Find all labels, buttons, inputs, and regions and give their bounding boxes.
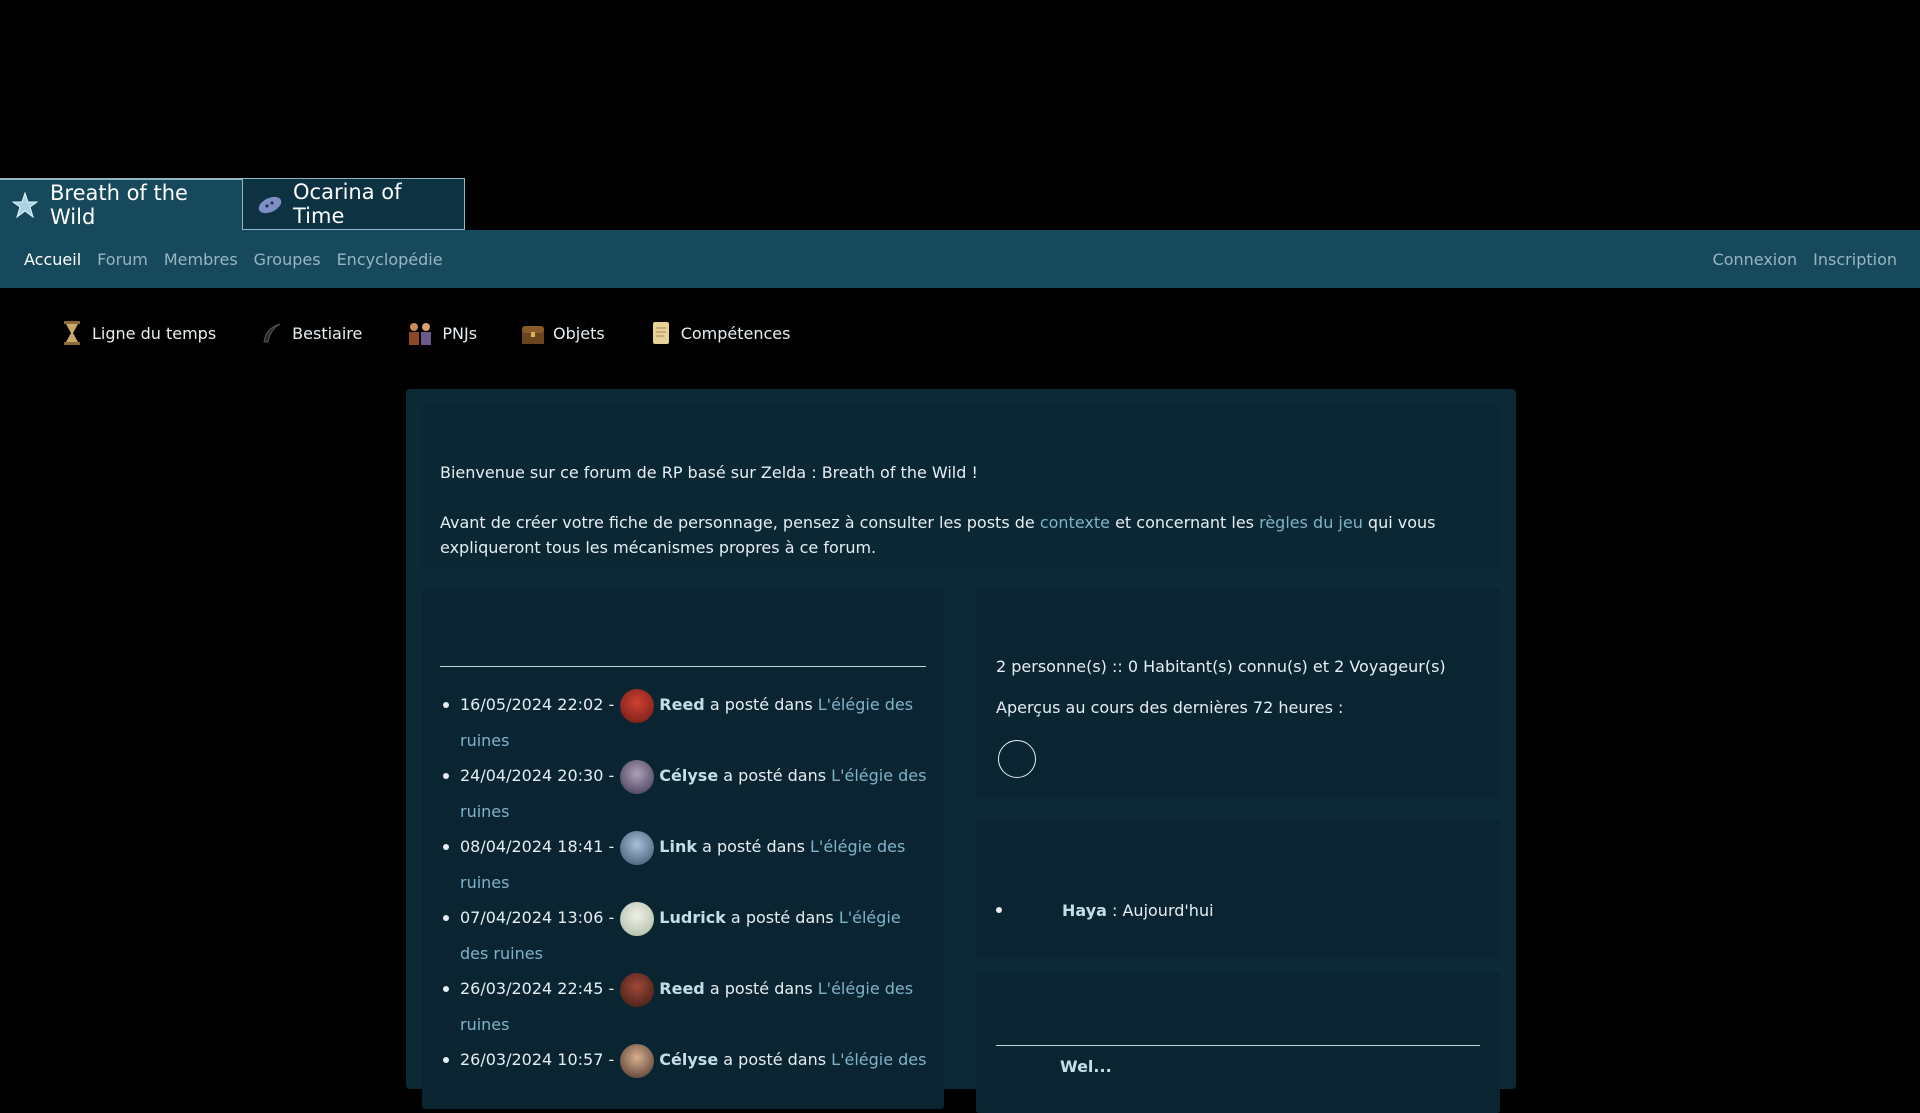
link-contexte[interactable]: contexte (1040, 513, 1110, 532)
post-author[interactable]: Célyse (659, 1050, 718, 1069)
tab-label: Ocarina of Time (293, 180, 402, 228)
birthday-box: Haya : Aujourd'hui (976, 819, 1500, 959)
avatar[interactable] (620, 972, 655, 1007)
welcome-rules: Avant de créer votre fiche de personnage… (440, 510, 1470, 560)
post-verb: a posté dans (709, 695, 813, 714)
recent-posts-box: 16/05/2024 22:02 - Reed a posté dans L'él… (422, 589, 944, 1109)
list-item: 08/04/2024 18:41 - Link a posté dans L'él… (440, 829, 930, 901)
chest-icon (521, 320, 545, 346)
post-author[interactable]: Reed (659, 695, 704, 714)
post-verb: a posté dans (702, 837, 805, 856)
hourglass-icon (60, 320, 84, 346)
divider (440, 666, 926, 667)
nav-accueil[interactable]: Accueil (24, 250, 81, 269)
nav-groupes[interactable]: Groupes (254, 250, 321, 269)
link-regles-du-jeu[interactable]: règles du jeu (1259, 513, 1363, 532)
avatar[interactable] (620, 1043, 655, 1078)
welcome-text: Avant de créer votre fiche de personnage… (440, 513, 1040, 532)
quicklink-label: PNJs (442, 323, 478, 343)
avatar[interactable] (620, 830, 655, 865)
bottom-box: Wel... (976, 973, 1500, 1113)
welcome-line: Bienvenue sur ce forum de RP basé sur Ze… (440, 463, 978, 482)
post-date: 26/03/2024 22:45 - (460, 979, 615, 998)
nav-connexion[interactable]: Connexion (1713, 250, 1798, 269)
quicklink-competences[interactable]: Compétences (649, 320, 791, 346)
list-item: 16/05/2024 22:02 - Reed a posté dans L'él… (440, 687, 930, 759)
online-box: 2 personne(s) :: 0 Habitant(s) connu(s) … (976, 589, 1500, 799)
post-author[interactable]: Célyse (659, 766, 718, 785)
nav-encyclopedie[interactable]: Encyclopédie (337, 250, 443, 269)
quicklinks-bar: Ligne du temps Bestiaire PNJs Objets Com… (60, 320, 834, 346)
post-verb: a posté dans (723, 766, 827, 785)
post-author[interactable]: Reed (659, 979, 704, 998)
birthday-when: : Aujourd'hui (1106, 901, 1214, 920)
avatar[interactable] (620, 901, 655, 936)
post-verb: a posté dans (730, 908, 834, 927)
post-date: 26/03/2024 10:57 - (460, 1050, 615, 1069)
scroll-icon (649, 320, 673, 346)
post-date: 24/04/2024 20:30 - (460, 766, 615, 785)
recent-visitors-label: Aperçus au cours des dernières 72 heures… (996, 698, 1344, 717)
recent-posts-list: 16/05/2024 22:02 - Reed a posté dans L'él… (440, 687, 930, 1078)
avatar[interactable] (620, 759, 655, 794)
tab-ocarina-of-time[interactable]: Ocarina of Time (243, 178, 465, 230)
list-item: 24/04/2024 20:30 - Célyse a posté dans L'… (440, 758, 930, 830)
nav-membres[interactable]: Membres (164, 250, 238, 269)
site-tabs: Breath of the Wild Ocarina of Time (0, 178, 465, 230)
post-date: 07/04/2024 13:06 - (460, 908, 615, 927)
quicklink-label: Ligne du temps (92, 323, 217, 343)
post-verb: a posté dans (709, 979, 813, 998)
list-item: 07/04/2024 13:06 - Ludrick a posté dans L… (440, 900, 930, 972)
main-panel: Bienvenue sur ce forum de RP basé sur Ze… (406, 389, 1516, 1113)
post-verb: a posté dans (723, 1050, 827, 1069)
quicklink-label: Objets (553, 323, 605, 343)
post-date: 16/05/2024 22:02 - (460, 695, 615, 714)
star-icon (11, 191, 39, 219)
online-count: 2 personne(s) :: 0 Habitant(s) connu(s) … (996, 657, 1446, 676)
quicklink-objets[interactable]: Objets (521, 320, 605, 346)
quicklink-bestiaire[interactable]: Bestiaire (260, 320, 362, 346)
quicklink-ligne-du-temps[interactable]: Ligne du temps (60, 320, 216, 346)
horn-icon (260, 320, 284, 346)
post-author[interactable]: Link (659, 837, 697, 856)
quicklink-label: Compétences (680, 323, 791, 343)
welcome-box: Bienvenue sur ce forum de RP basé sur Ze… (422, 405, 1500, 569)
avatar[interactable] (998, 740, 1036, 778)
quicklink-label: Bestiaire (292, 323, 363, 343)
post-date: 08/04/2024 18:41 - (460, 837, 615, 856)
list-item: 26/03/2024 10:57 - Célyse a posté dans L'… (440, 1042, 930, 1078)
quicklink-pnjs[interactable]: PNJs (406, 320, 477, 346)
ocarina-icon (255, 191, 282, 217)
list-item: 26/03/2024 22:45 - Reed a posté dans L'él… (440, 971, 930, 1043)
divider (996, 1045, 1480, 1046)
post-author[interactable]: Ludrick (659, 908, 726, 927)
nav-forum[interactable]: Forum (97, 250, 148, 269)
nav-inscription[interactable]: Inscription (1813, 250, 1897, 269)
avatar[interactable] (620, 688, 655, 723)
characters-icon (406, 320, 434, 346)
nav-right: Connexion Inscription (1697, 250, 1920, 269)
tab-label: Breath of the Wild (50, 181, 188, 229)
nav-left: Accueil Forum Membres Groupes Encyclopéd… (0, 250, 459, 269)
main-navbar: Accueil Forum Membres Groupes Encyclopéd… (0, 230, 1920, 288)
birthday-item: Haya : Aujourd'hui (996, 901, 1214, 920)
welcome-text: et concernant les (1109, 513, 1260, 532)
birthday-user[interactable]: Haya (1062, 901, 1107, 920)
tab-breath-of-the-wild[interactable]: Breath of the Wild (0, 178, 243, 230)
cut-off-label: Wel... (1060, 1057, 1112, 1076)
post-topic[interactable]: L'élégie des (831, 1050, 926, 1069)
